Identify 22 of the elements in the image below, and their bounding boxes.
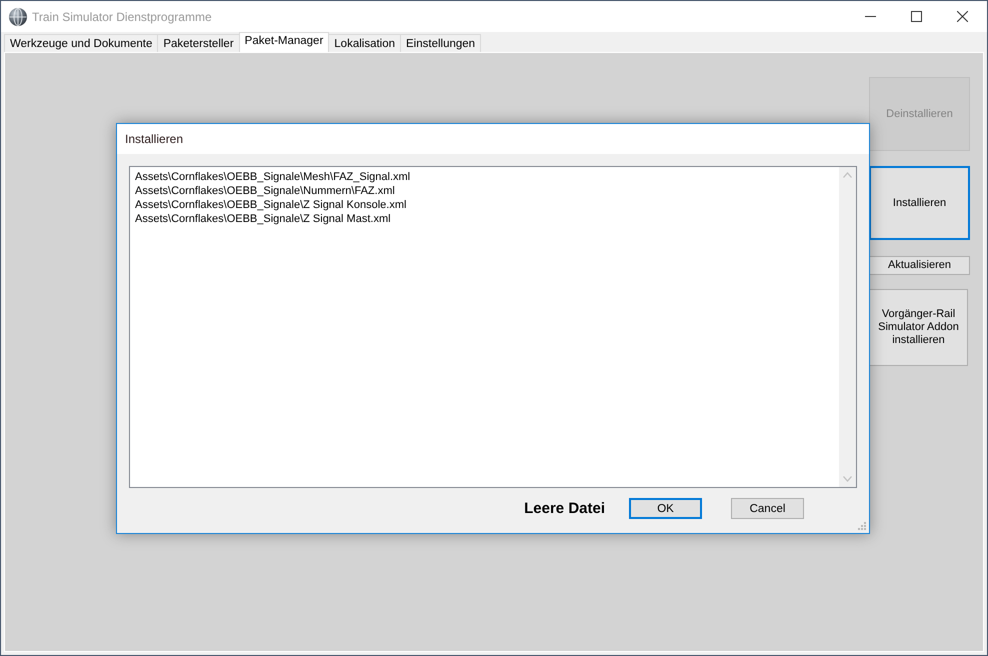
resize-grip-icon[interactable] [858,522,866,530]
window-title: Train Simulator Dienstprogramme [32,10,213,24]
dialog-button[interactable]: Cancel [731,498,804,519]
action-button[interactable]: Vorgänger-Rail Simulator Addon installieren [869,289,968,366]
globe-icon [9,8,27,26]
file-path: Assets\Cornflakes\OEBB_Signale\Z Signal Mast.xml [135,212,391,226]
tab[interactable]: Werkzeuge und Dokumente [4,34,158,52]
action-button[interactable]: Installieren [869,166,970,240]
dialog-title: Installieren [125,132,184,146]
file-path: Assets\Cornflakes\OEBB_Signale\Z Signal Konsole.xml [135,198,406,212]
maximize-icon [910,11,922,22]
close-icon [956,11,968,22]
action-button[interactable]: Aktualisieren [869,256,970,275]
chevron-up-icon[interactable] [843,172,852,178]
file-list[interactable]: Assets\Cornflakes\OEBB_Signale\Mesh\FAZ_Signal.xml Assets\Cornflakes\OEBB_Signale\Nummern\FAZ.xml Assets\Cornflakes\OEBB_Signale\Z Signal Konsole.xml Assets\Cornflakes\OEBB_Signale\Z Signal Mast.xml [129,166,857,488]
tab[interactable]: Paket-Manager [238,32,330,52]
file-path: Assets\Cornflakes\OEBB_Signale\Mesh\FAZ_Signal.xml [135,170,410,184]
chevron-down-icon[interactable] [843,476,852,482]
dialog-button[interactable]: OK [629,498,702,519]
file-path: Assets\Cornflakes\OEBB_Signale\Nummern\FAZ.xml [135,184,395,198]
tab[interactable]: Einstellungen [400,34,482,52]
status-text: Leere Datei [524,500,605,517]
